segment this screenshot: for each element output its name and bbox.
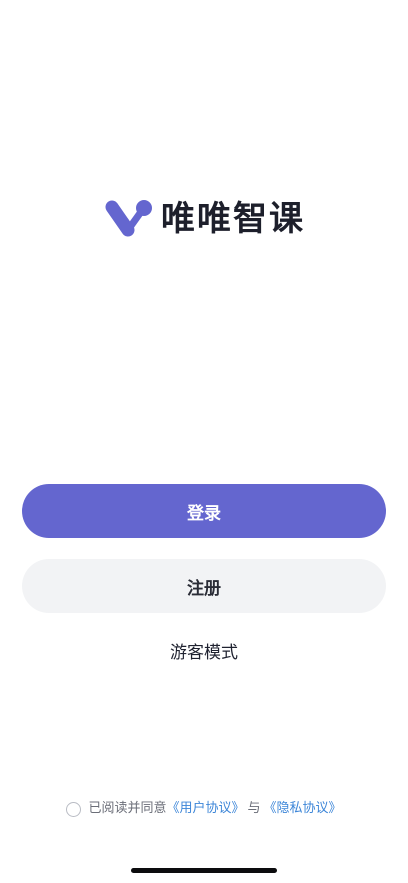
agreement-conjunction: 与	[247, 801, 261, 816]
login-button[interactable]: 登录	[22, 484, 386, 538]
app-logo: 唯唯智课	[0, 197, 408, 241]
agreement-checkbox[interactable]	[66, 801, 82, 817]
register-button[interactable]: 注册	[22, 559, 386, 613]
v-molecule-logo-icon	[105, 200, 152, 237]
agreement-row: 已阅读并同意 《用户协议》 与 《隐私协议》	[0, 799, 408, 819]
user-agreement-link[interactable]: 《用户协议》	[166, 799, 244, 819]
app-name: 唯唯智课	[161, 199, 305, 239]
privacy-policy-link[interactable]: 《隐私协议》	[264, 799, 342, 819]
agreement-prefix: 已阅读并同意	[88, 801, 167, 816]
home-indicator[interactable]	[131, 868, 277, 873]
guest-mode-link[interactable]: 游客模式	[0, 640, 408, 666]
